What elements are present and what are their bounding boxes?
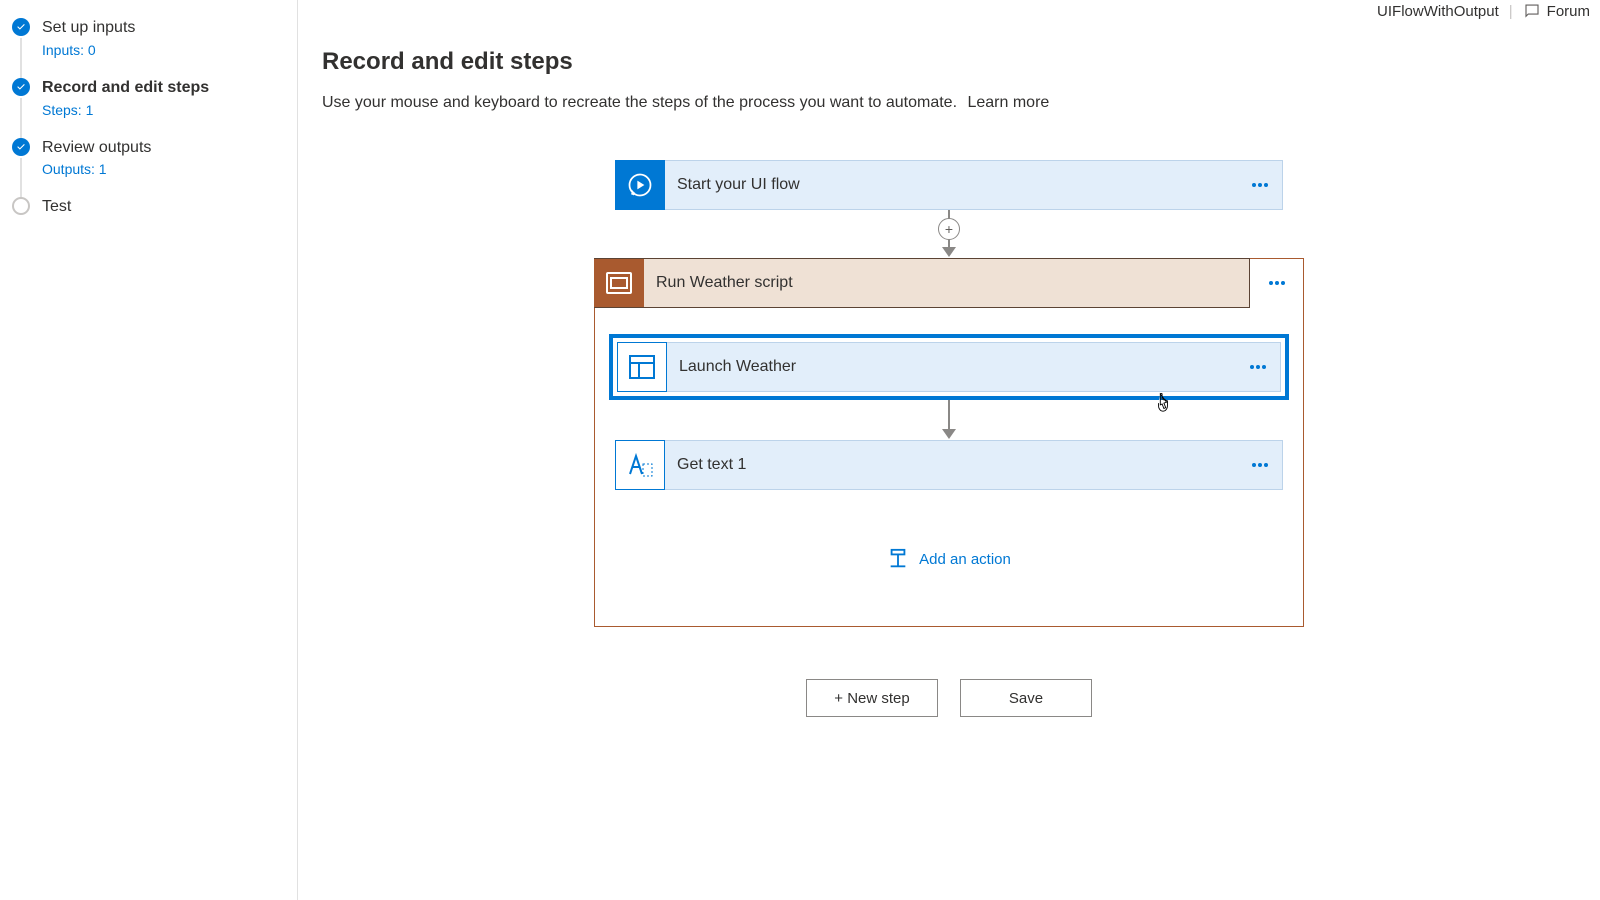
script-icon: [594, 259, 644, 307]
action-label: Get text 1: [665, 456, 1238, 474]
play-icon: [615, 160, 665, 210]
nav-item-subtitle: Inputs: 0: [42, 42, 289, 58]
nav-item-title: Review outputs: [42, 138, 289, 159]
learn-more-link[interactable]: Learn more: [967, 94, 1049, 111]
pending-icon: [12, 197, 30, 215]
start-flow-block[interactable]: Start your UI flow: [615, 160, 1283, 210]
add-action-label: Add an action: [919, 551, 1011, 568]
add-action-button[interactable]: Add an action: [887, 548, 1011, 570]
nav-item-review-outputs[interactable]: Review outputs Outputs: 1: [12, 134, 297, 194]
nav-item-title: Set up inputs: [42, 18, 289, 39]
page-title: Record and edit steps: [322, 48, 1576, 76]
text-icon: [615, 440, 665, 490]
nav-item-test[interactable]: Test: [12, 193, 297, 234]
wizard-sidebar: Set up inputs Inputs: 0 Record and edit …: [0, 0, 298, 900]
nav-item-setup-inputs[interactable]: Set up inputs Inputs: 0: [12, 14, 297, 74]
check-icon: [12, 138, 30, 156]
arrow-down-icon: [942, 247, 956, 257]
new-step-button[interactable]: + New step: [806, 679, 938, 717]
check-icon: [12, 78, 30, 96]
arrow-down-icon: [942, 429, 956, 439]
window-icon: [617, 342, 667, 392]
header-right: UIFlowWithOutput | Forum: [1377, 0, 1600, 20]
chat-icon: [1523, 2, 1541, 20]
scope-header[interactable]: Run Weather script: [594, 258, 1250, 308]
scope-label: Run Weather script: [644, 274, 1249, 292]
separator: |: [1509, 3, 1513, 20]
insert-step-button[interactable]: +: [938, 218, 960, 240]
more-menu-icon[interactable]: [1236, 364, 1280, 370]
connector: +: [942, 210, 956, 258]
connector: [942, 400, 956, 440]
more-menu-icon[interactable]: [1238, 182, 1282, 188]
action-get-text[interactable]: Get text 1: [615, 440, 1283, 490]
page-description: Use your mouse and keyboard to recreate …: [322, 94, 1576, 112]
forum-link[interactable]: Forum: [1523, 2, 1590, 20]
forum-label: Forum: [1547, 3, 1590, 20]
flow-name: UIFlowWithOutput: [1377, 3, 1499, 20]
start-flow-label: Start your UI flow: [665, 176, 1238, 194]
scope-run-weather: Run Weather script: [594, 258, 1304, 627]
nav-item-subtitle: Outputs: 1: [42, 161, 289, 177]
more-menu-icon[interactable]: [1238, 462, 1282, 468]
more-menu-icon[interactable]: [1251, 258, 1303, 308]
nav-item-title: Record and edit steps: [42, 78, 289, 99]
main-content: UIFlowWithOutput | Forum Record and edit…: [298, 0, 1600, 900]
nav-item-title: Test: [42, 197, 289, 218]
nav-item-record-edit[interactable]: Record and edit steps Steps: 1: [12, 74, 297, 134]
check-icon: [12, 18, 30, 36]
insert-icon: [887, 548, 909, 570]
nav-item-subtitle: Steps: 1: [42, 102, 289, 118]
action-label: Launch Weather: [667, 358, 1236, 376]
save-button[interactable]: Save: [960, 679, 1092, 717]
page-description-text: Use your mouse and keyboard to recreate …: [322, 94, 957, 111]
action-launch-weather-selected[interactable]: Launch Weather: [609, 334, 1289, 400]
